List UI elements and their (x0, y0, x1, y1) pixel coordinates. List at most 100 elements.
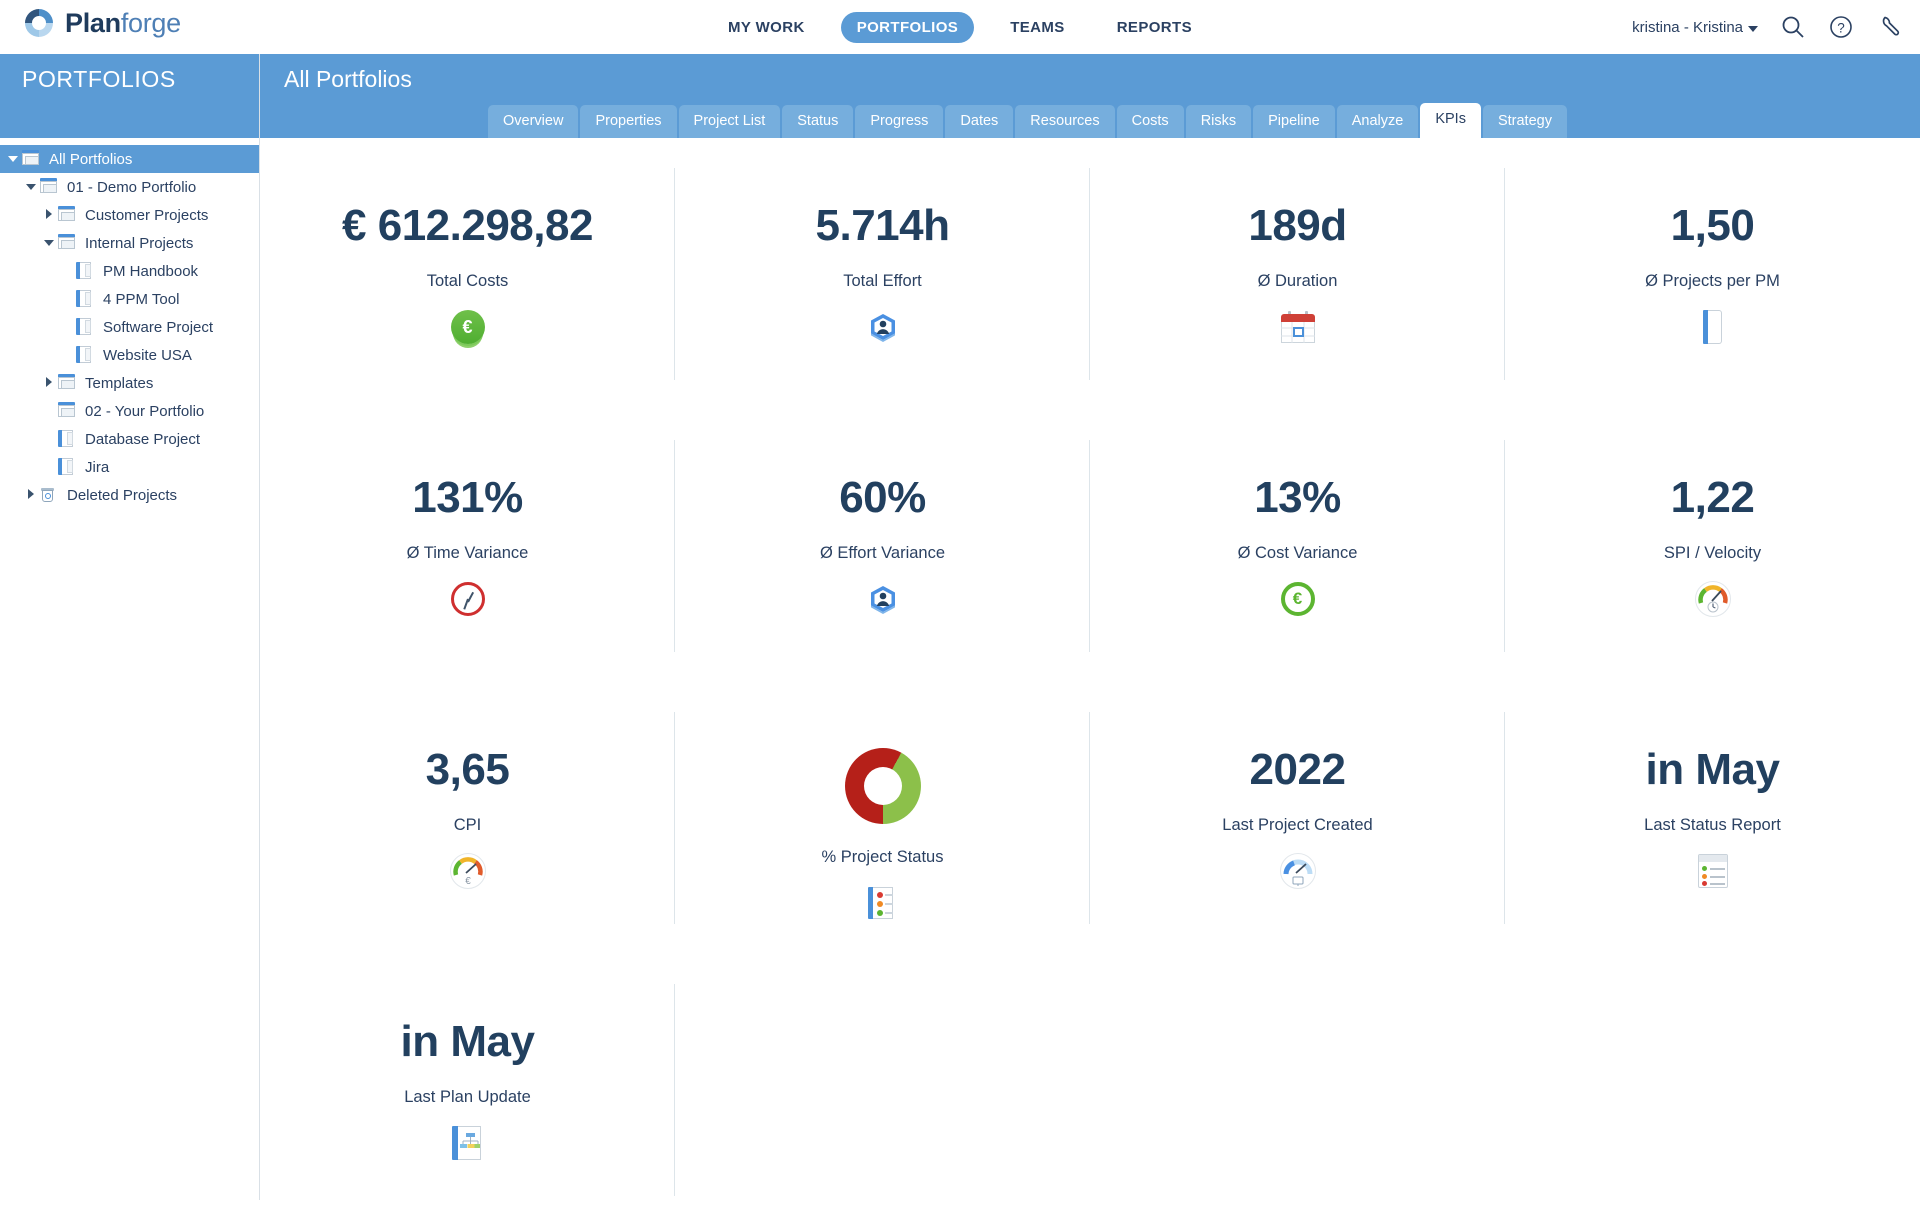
tab-label: Dates (960, 113, 999, 129)
tree-item-label: 02 - Your Portfolio (85, 402, 205, 420)
nav-item-teams[interactable]: TEAMS (994, 12, 1081, 43)
tab-properties[interactable]: Properties (580, 105, 677, 138)
project-document-icon (1693, 307, 1733, 347)
kpi-card-total-effort[interactable]: 5.714h Total Effort (675, 138, 1090, 410)
kpi-card-cpi[interactable]: 3,65 CPI € (260, 682, 675, 954)
tree-item-01-demo-portfolio[interactable]: 01 - Demo Portfolio (0, 173, 259, 201)
tab-strategy[interactable]: Strategy (1482, 105, 1567, 138)
kpi-value: in May (1645, 745, 1780, 794)
twisty-down-icon[interactable] (40, 239, 58, 248)
kpi-card-total-costs[interactable]: € 612.298,82 Total Costs € (260, 138, 675, 410)
kpi-card-spi-velocity[interactable]: 1,22 SPI / Velocity (1505, 410, 1920, 682)
search-icon[interactable] (1780, 14, 1806, 40)
tree-item-deleted-projects[interactable]: Deleted Projects (0, 481, 259, 509)
tab-resources[interactable]: Resources (1015, 105, 1115, 138)
tree-item-02-your-portfolio[interactable]: 02 - Your Portfolio (0, 397, 259, 425)
help-icon[interactable]: ? (1828, 14, 1854, 40)
tree-item-label: 01 - Demo Portfolio (67, 178, 197, 196)
tree-item-label: Internal Projects (85, 234, 194, 252)
tree-item-label: Software Project (103, 318, 214, 336)
twisty-down-icon[interactable] (4, 155, 22, 164)
tab-pipeline[interactable]: Pipeline (1253, 105, 1335, 138)
tree-item-templates[interactable]: Templates (0, 369, 259, 397)
sidebar-header: PORTFOLIOS (0, 54, 259, 138)
kpi-card-last-plan-update[interactable]: in May Last Plan Update (260, 954, 675, 1226)
folder-icon (58, 374, 79, 392)
kpi-card-time-variance[interactable]: 131% Ø Time Variance (260, 410, 675, 682)
kpi-value: 60% (839, 473, 926, 522)
tab-status[interactable]: Status (782, 105, 854, 138)
kpi-grid: € 612.298,82 Total Costs €5.714h Total Effo… (260, 138, 1920, 1200)
tab-label: Resources (1030, 113, 1100, 129)
tree-item-label: Templates (85, 374, 154, 392)
project-icon (76, 290, 97, 308)
user-menu[interactable]: kristina - Kristina (1632, 19, 1758, 36)
tree-item-database-project[interactable]: Database Project (0, 425, 259, 453)
kpi-label: Last Project Created (1222, 816, 1373, 834)
tab-costs[interactable]: Costs (1116, 105, 1184, 138)
kpi-value: 1,50 (1670, 201, 1755, 250)
kpi-label: % Project Status (821, 848, 944, 866)
person-hexagon-blue-icon (863, 307, 903, 347)
clock-red-icon (448, 579, 488, 619)
twisty-right-icon[interactable] (22, 489, 40, 501)
kpi-value: 131% (412, 473, 523, 522)
tree-item-website-usa[interactable]: Website USA (0, 341, 259, 369)
kpi-card-last-project-created[interactable]: 2022 Last Project Created (1090, 682, 1505, 954)
tree-item-software-project[interactable]: Software Project (0, 313, 259, 341)
top-right-actions: kristina - Kristina ? (1632, 0, 1902, 54)
tree-item-all-portfolios[interactable]: All Portfolios (0, 145, 259, 173)
tab-label: Risks (1200, 113, 1237, 129)
tab-label: Costs (1131, 113, 1169, 129)
kpi-value: 1,22 (1670, 473, 1755, 522)
tab-label: Progress (870, 113, 929, 129)
chevron-down-icon (1748, 25, 1758, 32)
kpi-value: 5.714h (815, 201, 950, 250)
tree-item-jira[interactable]: Jira (0, 453, 259, 481)
twisty-right-icon[interactable] (40, 377, 58, 389)
tree-item-customer-projects[interactable]: Customer Projects (0, 201, 259, 229)
tree-item-4-ppm-tool[interactable]: 4 PPM Tool (0, 285, 259, 313)
tree-item-label: All Portfolios (49, 150, 133, 168)
nav-item-portfolios[interactable]: PORTFOLIOS (840, 11, 975, 43)
tab-risks[interactable]: Risks (1185, 105, 1252, 138)
kpi-card-effort-variance[interactable]: 60% Ø Effort Variance (675, 410, 1090, 682)
tab-dates[interactable]: Dates (945, 105, 1014, 138)
twisty-right-icon[interactable] (40, 209, 58, 221)
tab-overview[interactable]: Overview (488, 105, 579, 138)
tree-item-pm-handbook[interactable]: PM Handbook (0, 257, 259, 285)
kpi-card-projects-per-pm[interactable]: 1,50 Ø Projects per PM (1505, 138, 1920, 410)
nav-item-reports[interactable]: REPORTS (1101, 12, 1208, 43)
kpi-value: 3,65 (425, 745, 510, 794)
tree-item-label: Customer Projects (85, 206, 209, 224)
kpi-label: Total Costs (426, 272, 509, 290)
tab-analyze[interactable]: Analyze (1336, 105, 1419, 138)
kpi-card-last-status-report[interactable]: in May Last Status Report (1505, 682, 1920, 954)
kpi-card-cost-variance[interactable]: 13% Ø Cost Variance € (1090, 410, 1505, 682)
tree-item-internal-projects[interactable]: Internal Projects (0, 229, 259, 257)
nav-item-my-work[interactable]: MY WORK (712, 12, 821, 43)
kpi-card-project-status[interactable]: % Project Status (675, 682, 1090, 954)
tab-kpis[interactable]: KPIs (1420, 103, 1481, 138)
twisty-down-icon[interactable] (22, 183, 40, 192)
folder-icon (40, 178, 61, 196)
tab-label: Properties (595, 113, 662, 129)
settings-wrench-icon[interactable] (1876, 14, 1902, 40)
speedometer-clock-icon (1693, 579, 1733, 619)
sidebar: PORTFOLIOS All Portfolios 01 - Demo Portf… (0, 54, 260, 1200)
project-icon (76, 346, 97, 364)
kpi-label: Last Status Report (1644, 816, 1781, 834)
tab-project-list[interactable]: Project List (678, 105, 781, 138)
euro-coin-green-icon: € (448, 307, 488, 347)
kpi-card-duration[interactable]: 189d Ø Duration (1090, 138, 1505, 410)
folder-icon (22, 150, 43, 168)
plan-structure-icon (448, 1123, 488, 1163)
kpi-value: 13% (1254, 473, 1341, 522)
tab-progress[interactable]: Progress (855, 105, 944, 138)
top-bar: Planforge MY WORK PORTFOLIOS TEAMS REPOR… (0, 0, 1920, 54)
tab-bar: Overview Properties Project List Status Prog… (488, 103, 1567, 138)
tree-item-label: PM Handbook (103, 262, 199, 280)
kpi-value: 2022 (1249, 745, 1346, 794)
project-status-donut-chart (844, 748, 921, 824)
project-icon (76, 262, 97, 280)
